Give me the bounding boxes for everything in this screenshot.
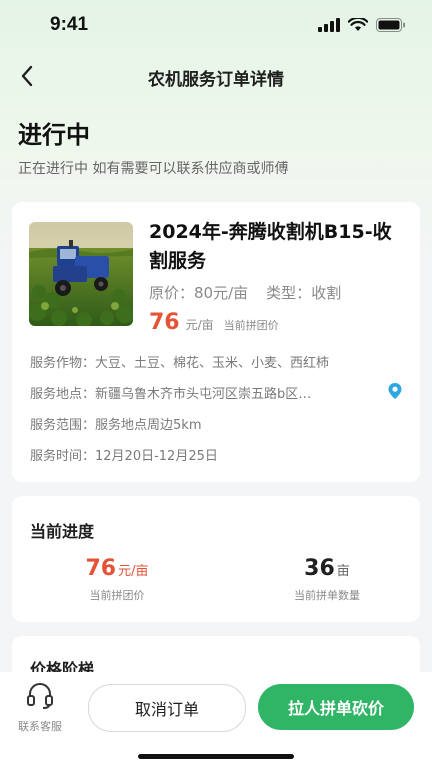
info-time: 服务时间：12月20日-12月25日 <box>30 445 218 464</box>
customer-service-button[interactable]: 联系客服 <box>14 682 66 734</box>
customer-service-label: 联系客服 <box>18 720 62 733</box>
group-price-tag: 当前拼团价 <box>223 319 279 332</box>
progress-count-caption: 当前拼单数量 <box>294 589 360 602</box>
original-price-label: 原价： <box>149 284 195 302</box>
progress-price-caption: 当前拼团价 <box>89 589 145 602</box>
service-type-label: 类型： <box>266 284 312 302</box>
service-type: 类型：收割 <box>266 282 341 303</box>
original-price: 原价：80元/亩 <box>149 282 248 303</box>
group-price: 76 元/亩 当前拼团价 <box>149 310 279 335</box>
info-range-value: 服务地点周边5km <box>95 418 202 433</box>
service-meta: 原价：80元/亩 类型：收割 <box>149 282 341 303</box>
info-crops: 服务作物：大豆、土豆、棉花、玉米、小麦、西红柿 <box>30 352 329 371</box>
progress-count-value: 36 <box>304 556 335 581</box>
nav-bar: 农机服务订单详情 <box>0 54 432 98</box>
info-location-value: 新疆乌鲁木齐市头屯河区崇五路b区… <box>95 387 312 402</box>
battery-icon <box>376 18 405 32</box>
progress-count-stat: 36 亩 当前拼单数量 <box>252 556 402 603</box>
location-pin-icon[interactable] <box>386 382 404 400</box>
page-title: 农机服务订单详情 <box>148 70 284 90</box>
info-crops-value: 大豆、土豆、棉花、玉米、小麦、西红柿 <box>95 356 330 371</box>
progress-count-unit: 亩 <box>336 564 350 579</box>
info-location[interactable]: 服务地点：新疆乌鲁木齐市头屯河区崇五路b区… <box>30 383 311 402</box>
headset-icon <box>27 683 53 709</box>
signal-icon <box>318 18 340 32</box>
info-location-label: 服务地点： <box>30 387 96 402</box>
info-range-label: 服务范围： <box>30 418 96 433</box>
group-price-value: 76 <box>149 310 180 335</box>
invite-group-button[interactable]: 拉人拼单砍价 <box>258 684 414 730</box>
cancel-order-button[interactable]: 取消订单 <box>88 684 246 732</box>
status-time: 9:41 <box>50 14 89 35</box>
home-indicator <box>138 754 294 759</box>
info-time-label: 服务时间： <box>30 449 96 464</box>
progress-price-stat: 76 元/亩 当前拼团价 <box>42 556 192 603</box>
service-card: 2024年-奔腾收割机B15-收割服务 原价：80元/亩 类型：收割 76 元/… <box>12 202 420 482</box>
service-title: 2024年-奔腾收割机B15-收割服务 <box>149 221 392 272</box>
order-status-description: 正在进行中 如有需要可以联系供应商或师傅 <box>18 161 289 177</box>
progress-price-value: 76 <box>85 556 117 581</box>
wifi-icon <box>348 18 368 31</box>
group-price-unit: 元/亩 <box>185 318 214 332</box>
status-bar: 9:41 <box>0 0 432 54</box>
info-time-value: 12月20日-12月25日 <box>95 449 218 464</box>
original-price-value: 80元/亩 <box>194 284 249 302</box>
info-crops-label: 服务作物： <box>30 356 96 371</box>
info-range: 服务范围：服务地点周边5km <box>30 414 201 433</box>
status-icons <box>318 18 406 32</box>
progress-title: 当前进度 <box>30 522 95 541</box>
service-thumbnail <box>29 222 133 326</box>
service-type-value: 收割 <box>311 284 342 302</box>
progress-price-unit: 元/亩 <box>118 564 149 579</box>
order-status-heading: 进行中 <box>18 121 90 149</box>
progress-card: 当前进度 76 元/亩 当前拼团价 36 亩 当前拼单数量 <box>12 496 420 622</box>
